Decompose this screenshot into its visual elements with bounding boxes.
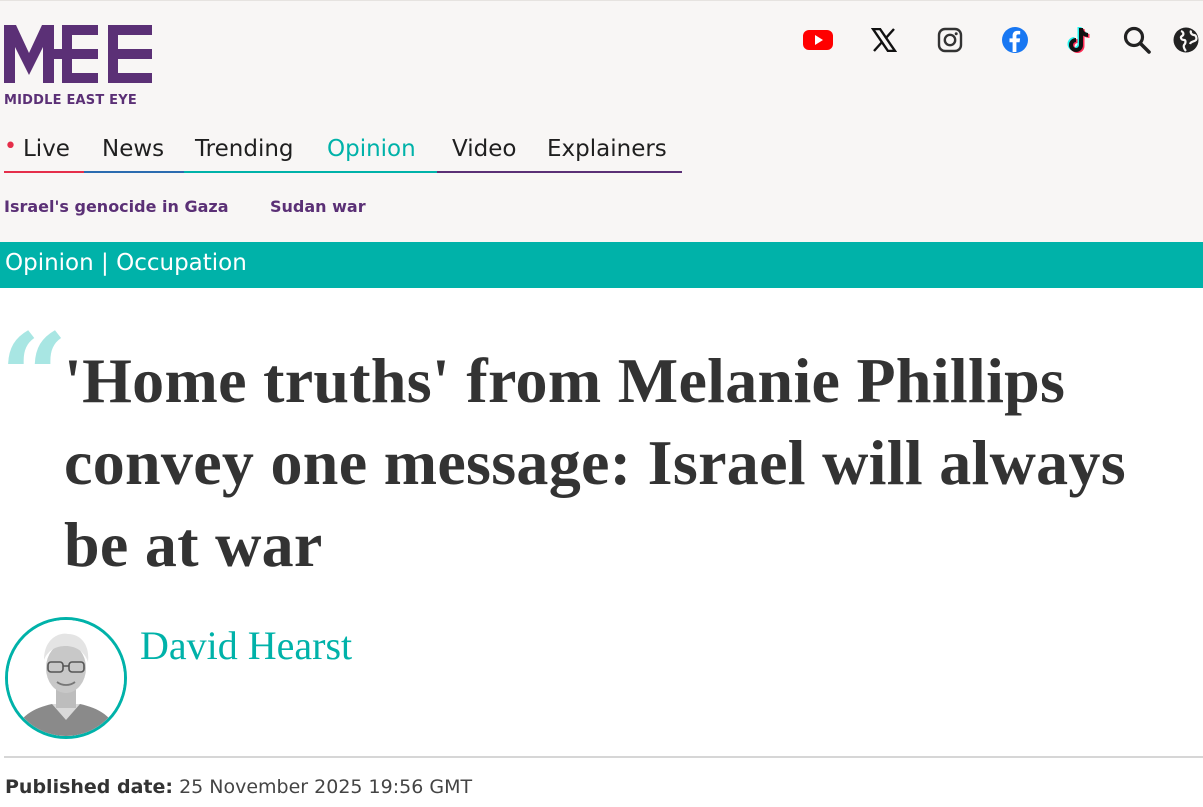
nav-item-label: Opinion: [327, 136, 416, 162]
article-headline: 'Home truths' from Melanie Phillips conv…: [64, 345, 1126, 580]
youtube-icon[interactable]: [801, 23, 835, 57]
nav-item-label: Explainers: [547, 136, 667, 162]
facebook-icon[interactable]: [998, 23, 1032, 57]
nav-item-live[interactable]: • Live: [4, 129, 84, 173]
search-icon[interactable]: [1120, 23, 1154, 57]
nav-item-news[interactable]: News: [102, 129, 184, 173]
x-icon[interactable]: [867, 23, 901, 57]
nav-item-label: Live: [22, 136, 70, 162]
nav-item-opinion[interactable]: Opinion: [327, 129, 437, 173]
topic-link-gaza[interactable]: Israel's genocide in Gaza: [4, 197, 229, 216]
nav-underline-video: [437, 171, 547, 173]
quote-mark-icon: “: [0, 307, 68, 446]
nav-item-label: Video: [452, 136, 517, 162]
breadcrumb-occupation[interactable]: Occupation: [116, 250, 247, 276]
section-breadcrumb: Opinion | Occupation: [5, 250, 247, 276]
nav-item-explainers[interactable]: Explainers: [547, 129, 682, 173]
nav-underline-explainers: [547, 171, 682, 173]
main-nav: • Live News Trending Opinion Video Explai…: [4, 129, 682, 173]
tiktok-icon[interactable]: [1063, 23, 1097, 57]
published-value: 25 November 2025 19:56 GMT: [179, 776, 473, 798]
published-date: Published date: 25 November 2025 19:56 G…: [5, 776, 472, 798]
logo-wordmark: MIDDLE EAST EYE: [4, 93, 137, 108]
published-label: Published date:: [5, 776, 174, 798]
nav-item-trending[interactable]: Trending: [195, 129, 319, 173]
divider: [4, 756, 1203, 758]
author-photo: [8, 620, 124, 736]
nav-item-video[interactable]: Video: [452, 129, 536, 173]
nav-item-label: Trending: [195, 136, 294, 162]
instagram-icon[interactable]: [933, 23, 967, 57]
nav-item-label: News: [102, 136, 165, 162]
nav-underline-trending: [184, 171, 327, 173]
breadcrumb-opinion[interactable]: Opinion: [5, 250, 94, 276]
author-name-link[interactable]: David Hearst: [140, 622, 352, 669]
breadcrumb-separator: |: [101, 250, 109, 276]
topic-links: Israel's genocide in Gaza Sudan war: [4, 197, 604, 219]
live-dot-icon: •: [4, 134, 17, 159]
nav-underline-opinion: [327, 171, 437, 173]
author-avatar[interactable]: [5, 617, 127, 739]
nav-underline-news: [84, 171, 184, 173]
globe-icon[interactable]: [1169, 23, 1203, 57]
site-header: MIDDLE EAST EYE • Live News Trending Opi…: [0, 0, 1203, 242]
section-bar: Opinion | Occupation: [0, 242, 1203, 288]
topic-link-sudan[interactable]: Sudan war: [270, 197, 366, 216]
social-links: [0, 23, 1203, 57]
nav-underline-live: [4, 171, 84, 173]
